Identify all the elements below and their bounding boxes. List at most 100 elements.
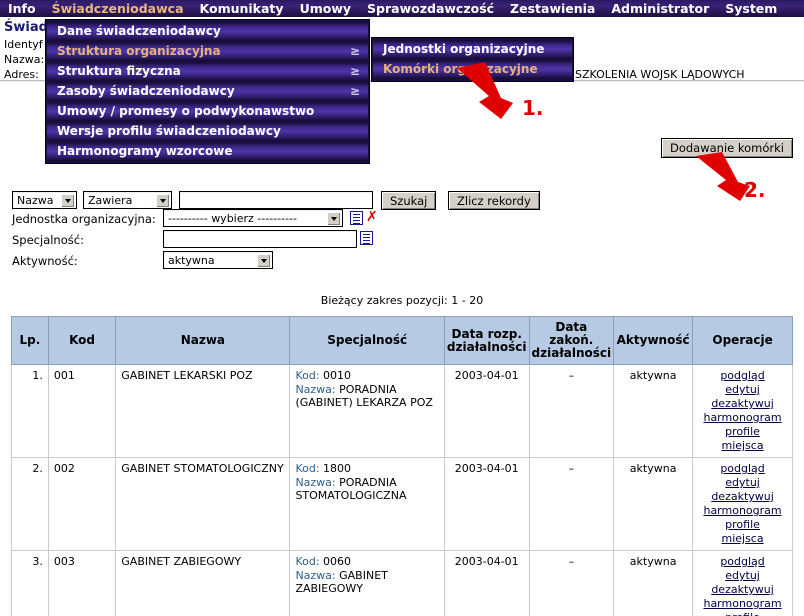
spec-kod-label: Kod: — [295, 369, 320, 382]
unit-select-value: ---------- wybierz ---------- — [168, 211, 297, 225]
menu-item-label: Zasoby świadczeniodawcy — [57, 84, 235, 98]
search-operator-select-value: Zawiera — [88, 193, 133, 207]
menu-item-label: Umowy / promesy o podwykonawstwo — [57, 104, 315, 118]
menu-item-struktura-organizacyjna[interactable]: Struktura organizacyjna ≥ — [47, 42, 368, 61]
cell-nazwa: GABINET LEKARSKI POZ — [115, 364, 291, 458]
menu-item-sprawozdawczosc[interactable]: Sprawozdawczość — [359, 0, 502, 17]
menu-item-label: Wersje profilu świadczeniodawcy — [57, 124, 281, 138]
menu-item-umowy[interactable]: Umowy — [292, 0, 359, 17]
menu-item-jednostki-organizacyjne[interactable]: Jednostki organizacyjne — [373, 40, 572, 59]
count-records-button[interactable]: Zlicz rekordy — [448, 191, 540, 210]
menu-item-komunikaty[interactable]: Komunikaty — [192, 0, 292, 17]
op-dezaktywuj-link[interactable]: dezaktywuj — [698, 583, 787, 597]
table-header-row: Lp. Kod Nazwa Specjalność Data rozp. dzi… — [11, 316, 793, 365]
spec-kod-value: 0010 — [323, 369, 352, 382]
search-input[interactable] — [179, 191, 373, 209]
menu-item-system[interactable]: System — [717, 0, 785, 17]
app-window: Info Świadczeniodawca Komunikaty Umowy S… — [0, 0, 804, 616]
th-kod: Kod — [47, 316, 117, 365]
cell-lp: 2. — [11, 457, 49, 551]
cell-specjalnosc: Kod: 0010 Nazwa: PORADNIA (GABINET) LEKA… — [289, 364, 445, 458]
op-profile-link[interactable]: profile — [698, 425, 787, 439]
menu-item-label: Harmonogramy wzorcowe — [57, 144, 233, 158]
spec-kod-value: 1800 — [323, 462, 352, 475]
chevron-right-icon: ≥ — [349, 44, 360, 58]
spec-nazwa-label: Nazwa: — [295, 382, 336, 396]
menu-item-label: Dane świadczeniodawcy — [57, 24, 221, 38]
dropdown-menu-swiadczeniodawca: Dane świadczeniodawcy Struktura organiza… — [45, 19, 370, 164]
activity-field-label: Aktywność: — [12, 254, 78, 268]
cell-kod: 003 — [47, 550, 117, 616]
menu-item-struktura-fizyczna[interactable]: Struktura fizyczna ≥ — [47, 62, 368, 81]
spec-kod-value: 0060 — [323, 555, 352, 568]
provider-name-label: Nazwa: — [4, 53, 45, 66]
op-edytuj-link[interactable]: edytuj — [698, 476, 787, 490]
op-dezaktywuj-link[interactable]: dezaktywuj — [698, 397, 787, 411]
cell-data-zakon: – — [528, 550, 615, 616]
menu-item-harmonogramy-wzorcowe[interactable]: Harmonogramy wzorcowe — [47, 142, 368, 161]
op-miejsca-link[interactable]: miejsca — [698, 532, 787, 546]
th-data-zakon: Data zakoń. działalności — [528, 316, 615, 365]
provider-name-value: SZKOLENIA WOJSK LĄDOWYCH — [575, 68, 745, 81]
op-podglad-link[interactable]: podgląd — [698, 462, 787, 476]
op-harmonogram-link[interactable]: harmonogram — [698, 504, 787, 518]
menu-item-komorki-organizacyjne[interactable]: Komórki organizacyjne — [373, 60, 572, 79]
chevron-down-icon[interactable] — [257, 254, 270, 267]
menu-item-zestawienia[interactable]: Zestawienia — [502, 0, 603, 17]
annotation-number-2: 2. — [744, 178, 766, 202]
activity-select-value: aktywna — [168, 253, 215, 267]
th-nazwa: Nazwa — [115, 316, 291, 365]
provider-address-label: Adres: — [4, 68, 39, 81]
op-dezaktywuj-link[interactable]: dezaktywuj — [698, 490, 787, 504]
cell-nazwa: GABINET STOMATOLOGICZNY — [115, 457, 291, 551]
unit-list-icon[interactable] — [350, 211, 363, 225]
menu-item-zasoby-swiadczeniodawcy[interactable]: Zasoby świadczeniodawcy ≥ — [47, 82, 368, 101]
spec-nazwa-label: Nazwa: — [295, 568, 336, 582]
op-harmonogram-link[interactable]: harmonogram — [698, 597, 787, 611]
specialty-list-icon[interactable] — [360, 231, 373, 245]
op-harmonogram-link[interactable]: harmonogram — [698, 411, 787, 425]
table-row: 1. 001 GABINET LEKARSKI POZ Kod: 0010 Na… — [11, 364, 793, 458]
search-button[interactable]: Szukaj — [381, 191, 437, 210]
chevron-down-icon[interactable] — [327, 212, 340, 225]
spec-kod-label: Kod: — [295, 462, 320, 475]
cells-table: Lp. Kod Nazwa Specjalność Data rozp. dzi… — [11, 316, 793, 616]
menu-item-administrator[interactable]: Administrator — [603, 0, 717, 17]
unit-field-label: Jednostka organizacyjna: — [12, 212, 156, 226]
op-podglad-link[interactable]: podgląd — [698, 369, 787, 383]
chevron-down-icon[interactable] — [61, 194, 74, 207]
specialty-input[interactable] — [163, 230, 357, 248]
table-row: 2. 002 GABINET STOMATOLOGICZNY Kod: 1800… — [11, 457, 793, 551]
cell-lp: 3. — [11, 550, 49, 616]
menu-item-swiadczeniodawca[interactable]: Świadczeniodawca — [44, 0, 192, 17]
submenu-struktura-organizacyjna: Jednostki organizacyjne Komórki organiza… — [371, 37, 574, 82]
cell-kod: 002 — [47, 457, 117, 551]
add-cell-button[interactable]: Dodawanie komórki — [660, 138, 793, 158]
table-head: Lp. Kod Nazwa Specjalność Data rozp. dzi… — [11, 316, 793, 365]
unit-select[interactable]: ---------- wybierz ---------- — [163, 209, 343, 227]
activity-select[interactable]: aktywna — [163, 251, 273, 269]
cell-nazwa: GABINET ZABIEGOWY — [115, 550, 291, 616]
op-podglad-link[interactable]: podgląd — [698, 555, 787, 569]
menu-item-dane-swiadczeniodawcy[interactable]: Dane świadczeniodawcy — [47, 22, 368, 41]
search-operator-select[interactable]: Zawiera — [83, 191, 172, 209]
cell-aktywnosc: aktywna — [613, 457, 694, 551]
cell-kod: 001 — [47, 364, 117, 458]
op-edytuj-link[interactable]: edytuj — [698, 569, 787, 583]
menu-item-umowy-promesy[interactable]: Umowy / promesy o podwykonawstwo — [47, 102, 368, 121]
cell-data-rozp: 2003-04-01 — [443, 364, 530, 458]
op-edytuj-link[interactable]: edytuj — [698, 383, 787, 397]
search-field-select[interactable]: Nazwa — [12, 191, 77, 209]
spec-nazwa-label: Nazwa: — [295, 475, 336, 489]
cell-operacje: podgląd edytuj dezaktywuj harmonogram pr… — [692, 550, 793, 616]
op-profile-link[interactable]: profile — [698, 611, 787, 616]
menu-item-info[interactable]: Info — [0, 0, 44, 17]
chevron-down-icon[interactable] — [156, 194, 169, 207]
op-miejsca-link[interactable]: miejsca — [698, 439, 787, 453]
op-profile-link[interactable]: profile — [698, 518, 787, 532]
annotation-number-1: 1. — [522, 96, 544, 120]
search-field-select-value: Nazwa — [17, 193, 54, 207]
cell-data-rozp: 2003-04-01 — [443, 550, 530, 616]
menu-item-wersje-profilu[interactable]: Wersje profilu świadczeniodawcy — [47, 122, 368, 141]
clear-unit-icon[interactable]: ✗ — [366, 210, 378, 224]
